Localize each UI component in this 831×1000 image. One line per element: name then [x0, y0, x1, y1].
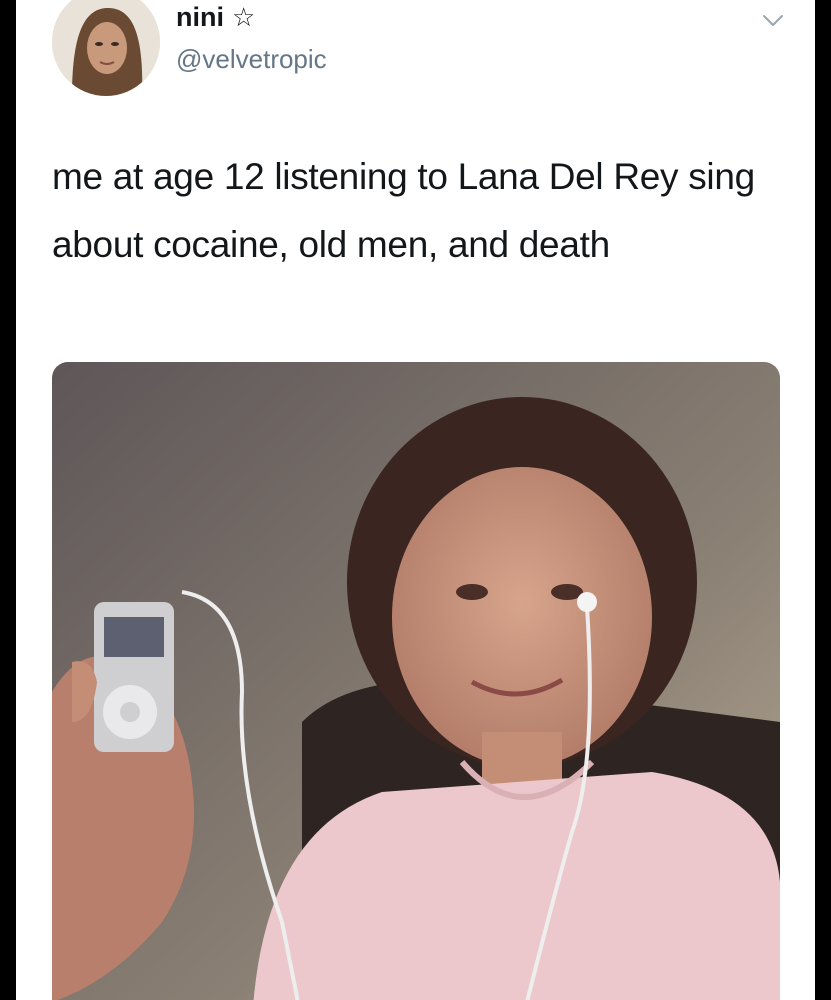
- avatar[interactable]: [52, 0, 160, 96]
- tweet-photo[interactable]: [52, 362, 780, 1000]
- tweet-card: nini ☆ @velvetropic me at age 12 listeni…: [16, 0, 815, 1000]
- display-name-text: nini: [176, 2, 224, 32]
- photo-image: [52, 362, 780, 1000]
- display-name[interactable]: nini ☆: [176, 2, 255, 33]
- chevron-down-icon[interactable]: [761, 8, 785, 32]
- tweet-text: me at age 12 listening to Lana Del Rey s…: [52, 156, 755, 265]
- star-outline-icon: ☆: [232, 2, 256, 32]
- user-handle[interactable]: @velvetropic: [176, 44, 327, 75]
- avatar-image: [52, 0, 160, 96]
